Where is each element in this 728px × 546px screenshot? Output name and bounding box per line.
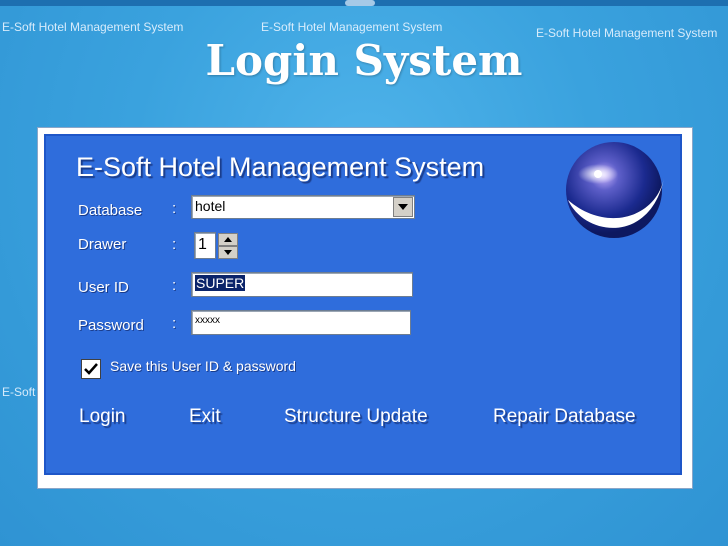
drawer-spinner[interactable]	[218, 233, 238, 259]
database-select[interactable]: hotel	[191, 195, 415, 219]
login-dialog: E-Soft Hotel Management System Database …	[44, 134, 682, 475]
database-label: Database	[78, 202, 143, 219]
colon: :	[172, 236, 177, 253]
watermark-text: E-Soft Hotel Management System	[2, 20, 184, 34]
user-id-label: User ID	[78, 279, 129, 296]
password-input[interactable]: xxxxx	[191, 310, 411, 335]
globe-logo-icon	[566, 142, 664, 238]
watermark-text: E-Soft Hotel Management System	[261, 20, 443, 34]
arrow-up-icon	[224, 237, 232, 242]
database-value: hotel	[195, 198, 226, 214]
password-label: Password	[78, 317, 144, 334]
login-button[interactable]: Login	[79, 406, 126, 428]
checkmark-icon	[84, 363, 98, 375]
top-glow	[345, 0, 375, 6]
drawer-label: Drawer	[78, 236, 127, 253]
exit-button[interactable]: Exit	[189, 406, 221, 428]
app-title: E-Soft Hotel Management System	[76, 152, 485, 182]
colon: :	[172, 277, 177, 294]
remember-label: Save this User ID & password	[110, 358, 296, 374]
user-id-input[interactable]: SUPER	[191, 272, 413, 297]
slide-title: Login System	[205, 36, 523, 85]
spin-up-button[interactable]	[218, 233, 238, 246]
dropdown-button[interactable]	[393, 197, 413, 217]
repair-database-button[interactable]: Repair Database	[493, 406, 636, 428]
colon: :	[172, 315, 177, 332]
arrow-down-icon	[224, 250, 232, 255]
remember-checkbox[interactable]	[81, 359, 101, 379]
spin-down-button[interactable]	[218, 246, 238, 259]
user-id-value: SUPER	[195, 275, 246, 291]
colon: :	[172, 200, 177, 217]
chevron-down-icon	[398, 204, 408, 210]
drawer-input[interactable]: 1	[194, 232, 216, 259]
structure-update-button[interactable]: Structure Update	[284, 406, 428, 428]
